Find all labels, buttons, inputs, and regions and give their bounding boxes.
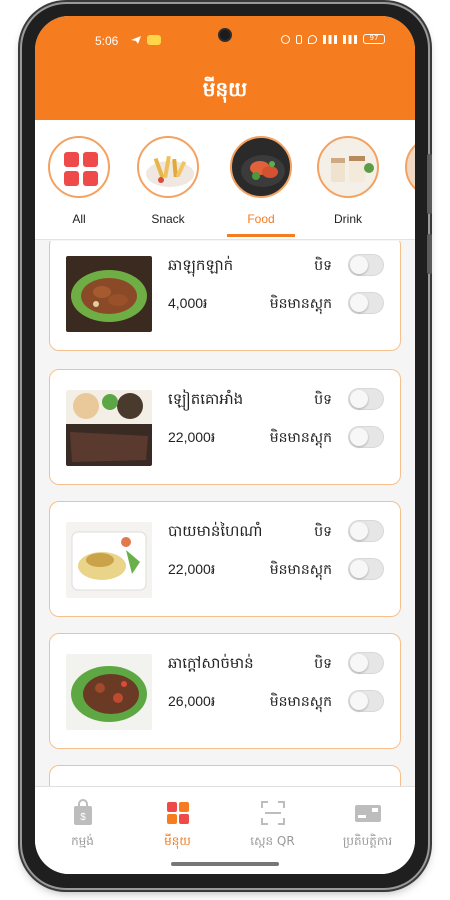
category-tabs: All Snack Food Drink: [35, 120, 415, 240]
category-all[interactable]: All: [44, 136, 114, 226]
grid-icon: [64, 152, 98, 186]
item-name: ឆាឡុកឡាក់: [168, 256, 234, 274]
item-photo: [66, 522, 152, 598]
svg-text:$: $: [80, 812, 86, 823]
active-tab-indicator: [227, 234, 295, 237]
toggle-knob: [350, 294, 368, 312]
menu-item-card[interactable]: ឡៀតគោអាំង 22,000៛ បិទ មិនមានស្តុក: [49, 369, 401, 485]
category-drink[interactable]: Drink: [313, 136, 383, 226]
toggle-knob: [350, 560, 368, 578]
nav-label: ប្រតិបត្តិការ: [342, 834, 393, 848]
alarm-icon: [281, 34, 290, 44]
card-icon: [354, 799, 382, 827]
top-app-bar: 5:06 97 មីនុយ: [35, 16, 415, 120]
out-of-stock-label: មិនមានស្តុក: [269, 694, 332, 710]
item-photo: [66, 654, 152, 730]
category-all-circle: [48, 136, 110, 198]
item-price: 22,000៛: [168, 561, 216, 577]
location-icon: [308, 34, 317, 44]
shopping-bag-icon: $: [69, 799, 97, 827]
front-camera: [218, 28, 232, 42]
close-toggle[interactable]: [348, 652, 384, 674]
item-name: ឡៀតគោអាំង: [168, 390, 244, 408]
out-of-stock-toggle[interactable]: [348, 426, 384, 448]
nav-transactions[interactable]: ប្រតិបត្តិការ: [320, 799, 415, 851]
close-toggle-label: បិទ: [314, 392, 332, 408]
close-toggle-label: បិទ: [314, 656, 332, 672]
nav-orders[interactable]: $ កម្មង់: [35, 799, 130, 851]
item-price: 22,000៛: [168, 429, 216, 445]
out-of-stock-label: មិនមានស្តុក: [269, 296, 332, 312]
category-label: All: [72, 212, 86, 226]
qr-scan-icon: [259, 799, 287, 827]
category-label: Food: [247, 212, 275, 226]
status-time: 5:06: [95, 34, 119, 48]
menu-item-card[interactable]: ឆាក្តៅសាច់មាន់ 26,000៛ បិទ មិនមានស្តុក: [49, 633, 401, 749]
toggle-knob: [350, 654, 368, 672]
nav-label: ស្កេន QR: [250, 834, 295, 848]
menu-item-card[interactable]: បាយមាន់ហៃណាំ 22,000៛ បិទ មិនមានស្តុក: [49, 501, 401, 617]
power-button: [427, 234, 432, 274]
snack-photo: [137, 136, 199, 198]
gesture-home-bar[interactable]: [171, 862, 279, 866]
volume-button: [427, 154, 432, 214]
item-photo: [66, 390, 152, 466]
out-of-stock-label: មិនមានស្តុក: [269, 430, 332, 446]
category-more[interactable]: [401, 136, 415, 198]
food-photo: [230, 136, 292, 198]
category-label: Drink: [333, 212, 362, 226]
page-title: មីនុយ: [202, 77, 248, 101]
menu-item-card[interactable]: ឆាឡុកឡាក់ 4,000៛ បិទ មិនមានស្តុក: [49, 241, 401, 351]
item-name: ឆាក្តៅសាច់មាន់: [168, 654, 254, 672]
signal-icon: [323, 34, 337, 44]
drink-photo: [317, 136, 379, 198]
toggle-knob: [350, 256, 368, 274]
out-of-stock-toggle[interactable]: [348, 690, 384, 712]
toggle-knob: [350, 390, 368, 408]
toggle-knob: [350, 692, 368, 710]
toggle-knob: [350, 428, 368, 446]
category-label: Snack: [151, 212, 185, 226]
nav-scan-qr[interactable]: ស្កេន QR: [225, 799, 320, 851]
nav-label: កម្មង់: [71, 834, 94, 848]
close-toggle-label: បិទ: [314, 524, 332, 540]
close-toggle[interactable]: [348, 388, 384, 410]
out-of-stock-toggle[interactable]: [348, 558, 384, 580]
status-icons: 97: [281, 34, 385, 44]
close-toggle-label: បិទ: [314, 258, 332, 274]
app-screen: 5:06 97 មីនុយ All Snack Food Drink ឆាឡុក…: [35, 16, 415, 874]
out-of-stock-label: មិនមានស្តុក: [269, 562, 332, 578]
item-price: 26,000៛: [168, 693, 216, 709]
menu-item-card-partial[interactable]: [49, 765, 401, 786]
notification-app-icon: [147, 35, 161, 45]
bottom-navigation: $ កម្មង់ មីនុយ ស្កេន QR ប្រតិបត្តិការ: [35, 786, 415, 874]
toggle-knob: [350, 522, 368, 540]
close-toggle[interactable]: [348, 254, 384, 276]
category-food[interactable]: Food: [226, 136, 296, 226]
menu-item-list[interactable]: ឆាឡុកឡាក់ 4,000៛ បិទ មិនមានស្តុក ឡៀតគោអា…: [35, 241, 415, 786]
close-toggle[interactable]: [348, 520, 384, 542]
signal-2-icon: [343, 34, 357, 44]
telegram-icon: [131, 36, 141, 44]
battery-icon: 97: [363, 34, 385, 44]
phone-frame: 5:06 97 មីនុយ All Snack Food Drink ឆាឡុក…: [22, 4, 432, 888]
item-name: បាយមាន់ហៃណាំ: [168, 522, 263, 540]
more-category-photo: [405, 136, 415, 198]
category-snack[interactable]: Snack: [133, 136, 203, 226]
nav-label: មីនុយ: [164, 834, 191, 848]
out-of-stock-toggle[interactable]: [348, 292, 384, 314]
menu-grid-icon: [164, 799, 192, 827]
bluetooth-icon: [296, 34, 302, 44]
nav-menu[interactable]: មីនុយ: [130, 799, 225, 851]
item-price: 4,000៛: [168, 295, 208, 311]
item-photo: [66, 256, 152, 332]
